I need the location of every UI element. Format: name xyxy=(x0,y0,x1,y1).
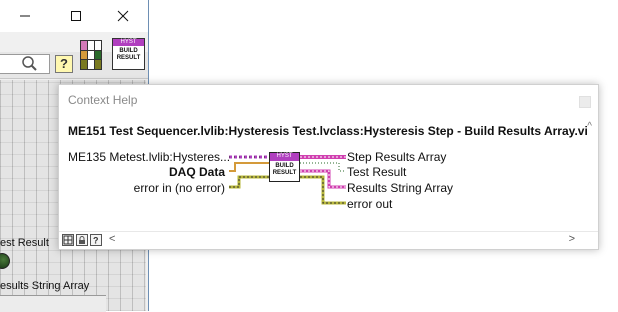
scroll-left-button[interactable]: < xyxy=(109,233,115,245)
input-class-terminal: ME135 Metest.lvlib:Hysteres... xyxy=(68,150,231,164)
help-footer: ? < > xyxy=(59,231,598,250)
vi-icon-line1: BUILD xyxy=(119,48,138,54)
context-help-button[interactable]: ? xyxy=(55,55,73,73)
output-step-results-array-terminal: Step Results Array xyxy=(347,150,447,164)
lock-help-button[interactable] xyxy=(76,234,88,246)
vi-icon-header: HYST xyxy=(113,39,144,46)
search-input[interactable] xyxy=(0,54,50,74)
search-button[interactable] xyxy=(20,54,42,74)
show-optional-terminals-button[interactable] xyxy=(62,234,74,246)
output-test-result-terminal: Test Result xyxy=(347,165,407,179)
maximize-icon xyxy=(71,11,81,21)
minimize-button[interactable] xyxy=(2,0,48,32)
input-error-in-terminal: error in (no error) xyxy=(133,181,225,195)
minimize-icon xyxy=(20,15,30,17)
output-error-out-terminal: error out xyxy=(347,197,393,211)
scroll-right-button[interactable]: > xyxy=(569,233,575,245)
connector-vi-icon: HYST BUILD RESULT xyxy=(269,152,300,182)
svg-text:?: ? xyxy=(93,236,99,246)
output-results-string-array-terminal: Results String Array xyxy=(347,181,454,195)
vi-icon-line2: RESULT xyxy=(116,55,141,61)
detailed-help-button[interactable]: ? xyxy=(90,234,102,246)
maximize-button[interactable] xyxy=(53,0,99,32)
connector-icon-line1: BUILD xyxy=(275,163,294,169)
results-string-array-label: esults String Array xyxy=(0,280,90,292)
window-titlebar xyxy=(0,0,148,32)
test-result-label: est Result xyxy=(0,237,49,249)
terminals-icon xyxy=(63,235,73,245)
search-icon xyxy=(22,56,37,71)
question-icon: ? xyxy=(93,236,99,246)
vi-icon[interactable]: HYST BUILD RESULT xyxy=(112,38,145,70)
input-daq-data-terminal: DAQ Data xyxy=(168,165,225,179)
close-icon xyxy=(117,10,129,22)
connector-icon-header: HYST xyxy=(270,153,299,161)
results-string-array[interactable] xyxy=(0,295,106,312)
connector-icon-line2: RESULT xyxy=(272,170,297,176)
context-help-window: Context Help ME151 Test Sequencer.lvlib:… xyxy=(58,84,599,250)
connector-pane-icon[interactable] xyxy=(80,40,102,70)
lock-icon xyxy=(79,236,85,244)
close-button[interactable] xyxy=(100,0,146,32)
